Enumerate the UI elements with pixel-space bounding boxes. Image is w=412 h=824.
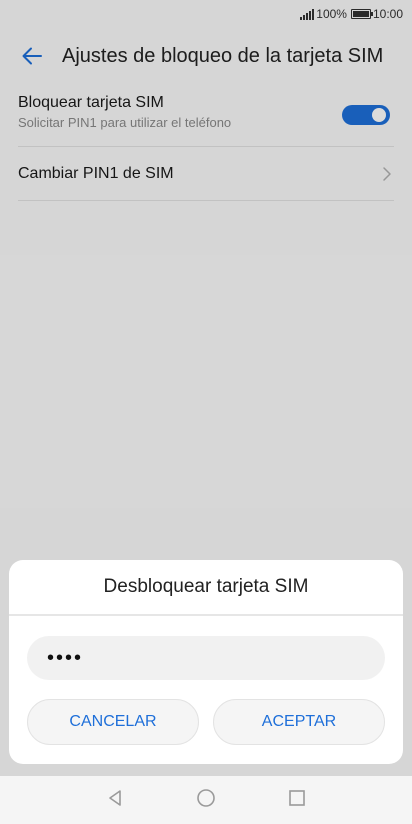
pin-input[interactable]: •••• [27, 636, 385, 680]
recents-square-icon[interactable] [287, 788, 307, 813]
navigation-bar [0, 776, 412, 824]
cancel-button[interactable]: CANCELAR [27, 699, 199, 745]
accept-button[interactable]: ACEPTAR [213, 699, 385, 745]
unlock-sim-dialog: Desbloquear tarjeta SIM •••• CANCELAR AC… [9, 560, 403, 764]
dialog-divider [9, 614, 403, 616]
home-circle-icon[interactable] [196, 788, 216, 813]
dialog-title: Desbloquear tarjeta SIM [103, 576, 309, 597]
back-triangle-icon[interactable] [105, 788, 125, 813]
